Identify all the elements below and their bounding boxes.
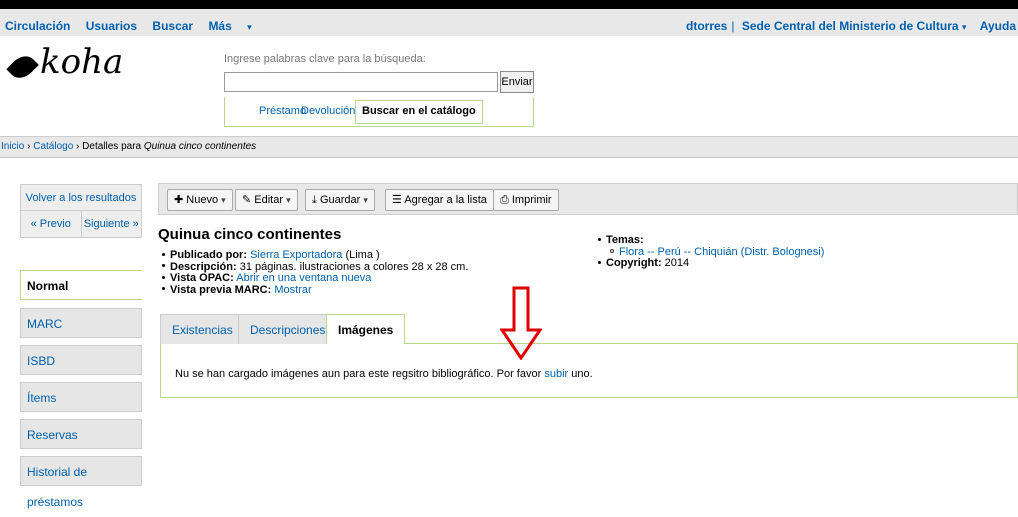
copyright-row: Copyright: 2014 bbox=[596, 257, 824, 270]
koha-logo[interactable]: koha bbox=[6, 42, 124, 84]
list-icon: ☰ bbox=[392, 194, 402, 206]
caret-down-icon: ▾ bbox=[221, 195, 226, 205]
add-to-list-button[interactable]: ☰ Agregar a la lista bbox=[385, 189, 494, 211]
add-to-list-label: Agregar a la lista bbox=[404, 194, 487, 206]
previous-link[interactable]: « Previo bbox=[21, 211, 82, 237]
tab-images[interactable]: Imágenes bbox=[326, 314, 406, 345]
print-icon: ⎙ bbox=[500, 194, 509, 206]
copyright-value: 2014 bbox=[664, 257, 690, 269]
prev-next-row: « Previo Siguiente » bbox=[21, 211, 141, 237]
results-box: Volver a los resultados « Previo Siguien… bbox=[20, 184, 142, 238]
record-details: Publicado por: Sierra Exportadora (Lima … bbox=[160, 249, 469, 297]
save-button[interactable]: ⤓ Guardar ▾ bbox=[305, 189, 375, 211]
tab-holdings[interactable]: Existencias bbox=[160, 314, 245, 344]
main-menu: Circulación Usuarios Buscar Más ▾ bbox=[5, 19, 276, 33]
tab-checkin[interactable]: Devolución bbox=[301, 105, 355, 117]
view-tab-normal[interactable]: Normal bbox=[20, 270, 142, 300]
save-label: Guardar bbox=[319, 194, 361, 206]
plus-icon: ✚ bbox=[174, 194, 184, 206]
breadcrumb-home[interactable]: Inicio bbox=[1, 141, 24, 152]
description-value: 31 páginas. ilustraciones a colores 28 x… bbox=[239, 260, 469, 273]
breadcrumb: Inicio › Catálogo › Detalles para Quinua… bbox=[0, 136, 1018, 158]
view-tab-items[interactable]: Ítems bbox=[20, 382, 142, 412]
publisher-label: Publicado por: bbox=[170, 249, 247, 261]
nav-more[interactable]: Más ▾ bbox=[208, 19, 263, 33]
upload-link[interactable]: subir bbox=[544, 368, 568, 380]
user-menu: dtorres | Sede Central del Ministerio de … bbox=[686, 19, 1016, 33]
bullet-icon bbox=[162, 264, 165, 268]
library-selector[interactable]: Sede Central del Ministerio de Cultura ▾ bbox=[742, 19, 967, 33]
record-toolbar: ✚ Nuevo ▾ ✎ Editar ▾ ⤓ Guardar ▾ ☰ Agreg… bbox=[158, 183, 1018, 215]
description-label: Descripción: bbox=[170, 260, 237, 273]
nav-search[interactable]: Buscar bbox=[152, 19, 193, 33]
help-link[interactable]: Ayuda bbox=[980, 19, 1016, 33]
print-label: Imprimir bbox=[511, 194, 552, 206]
bullet-icon bbox=[598, 237, 601, 241]
nav-more-label: Más bbox=[208, 19, 232, 33]
opac-link[interactable]: Abrir en una ventana nueva bbox=[236, 272, 371, 284]
marc-preview-link[interactable]: Mostrar bbox=[274, 284, 311, 296]
search-label: Ingrese palabras clave para la búsqueda: bbox=[224, 53, 426, 65]
opac-label: Vista OPAC: bbox=[170, 272, 234, 284]
publisher-link[interactable]: Sierra Exportadora bbox=[250, 249, 342, 261]
images-panel: Nu se han cargado imágenes aun para este… bbox=[160, 344, 1018, 398]
search-tabs: Préstamo Devolución Buscar en el catálog… bbox=[224, 97, 534, 127]
bullet-icon bbox=[162, 287, 165, 291]
view-tab-marc[interactable]: MARC bbox=[20, 308, 142, 338]
next-link[interactable]: Siguiente » bbox=[82, 211, 142, 237]
marc-preview-row: Vista previa MARC: Mostrar bbox=[160, 283, 468, 297]
caret-down-icon: ▾ bbox=[286, 195, 291, 205]
tab-catalog-search[interactable]: Buscar en el catálogo bbox=[355, 100, 483, 124]
back-to-results-link[interactable]: Volver a los resultados bbox=[21, 185, 141, 211]
circle-bullet-icon bbox=[610, 248, 614, 253]
bullet-icon bbox=[162, 252, 165, 256]
submit-search-button[interactable]: Enviar bbox=[500, 71, 534, 93]
download-icon: ⤓ bbox=[312, 194, 317, 206]
record-subjects: Temas: Flora -- Perú -- Chiquián (Distr.… bbox=[596, 234, 824, 270]
view-tab-holds[interactable]: Reservas bbox=[20, 419, 142, 449]
copyright-label: Copyright: bbox=[606, 257, 662, 269]
nav-circulation[interactable]: Circulación bbox=[5, 19, 70, 33]
view-tab-isbd[interactable]: ISBD bbox=[20, 345, 142, 375]
new-label: Nuevo bbox=[186, 194, 219, 206]
caret-down-icon: ▾ bbox=[247, 22, 252, 32]
tab-descriptions[interactable]: Descripciones bbox=[238, 314, 338, 344]
nav-patrons[interactable]: Usuarios bbox=[86, 19, 137, 33]
record-tabs: Existencias Descripciones Imágenes bbox=[160, 314, 1018, 345]
print-button[interactable]: ⎙ Imprimir bbox=[493, 189, 559, 211]
top-navigation-bar: Circulación Usuarios Buscar Más ▾ dtorre… bbox=[0, 0, 1018, 36]
results-navigation: Volver a los resultados « Previo Siguien… bbox=[20, 184, 142, 238]
new-button[interactable]: ✚ Nuevo ▾ bbox=[167, 189, 233, 211]
bullet-icon bbox=[598, 260, 601, 264]
marc-preview-label: Vista previa MARC: bbox=[170, 283, 272, 296]
edit-button[interactable]: ✎ Editar ▾ bbox=[235, 189, 298, 211]
subject-link[interactable]: Flora -- Perú -- Chiquián (Distr. Bologn… bbox=[619, 246, 824, 258]
record-title: Quinua cinco continentes bbox=[158, 226, 342, 243]
view-tab-checkout-history[interactable]: Historial de préstamos bbox=[20, 456, 142, 509]
red-down-arrow-icon bbox=[500, 286, 542, 360]
no-images-message: Nu se han cargado imágenes aun para este… bbox=[175, 368, 593, 380]
logo-text: koha bbox=[40, 42, 124, 82]
bullet-icon bbox=[162, 275, 165, 279]
caret-down-icon: ▾ bbox=[363, 195, 368, 205]
user-name-link[interactable]: dtorres bbox=[686, 19, 727, 33]
search-input[interactable] bbox=[224, 72, 498, 92]
pencil-icon: ✎ bbox=[242, 194, 252, 206]
breadcrumb-catalog[interactable]: Catálogo bbox=[33, 141, 73, 152]
breadcrumb-prefix: Detalles para bbox=[82, 141, 142, 152]
breadcrumb-current: Quinua cinco continentes bbox=[143, 141, 257, 152]
separator: | bbox=[731, 19, 735, 33]
no-images-suffix: uno. bbox=[571, 368, 593, 380]
publisher-place: (Lima ) bbox=[345, 249, 380, 261]
no-images-text: Nu se han cargado imágenes aun para este… bbox=[175, 368, 542, 380]
subjects-label: Temas: bbox=[606, 234, 644, 246]
tab-checkout[interactable]: Préstamo bbox=[259, 105, 306, 117]
edit-label: Editar bbox=[254, 194, 284, 206]
library-label: Sede Central del Ministerio de Cultura bbox=[741, 19, 959, 33]
caret-down-icon: ▾ bbox=[961, 22, 967, 32]
